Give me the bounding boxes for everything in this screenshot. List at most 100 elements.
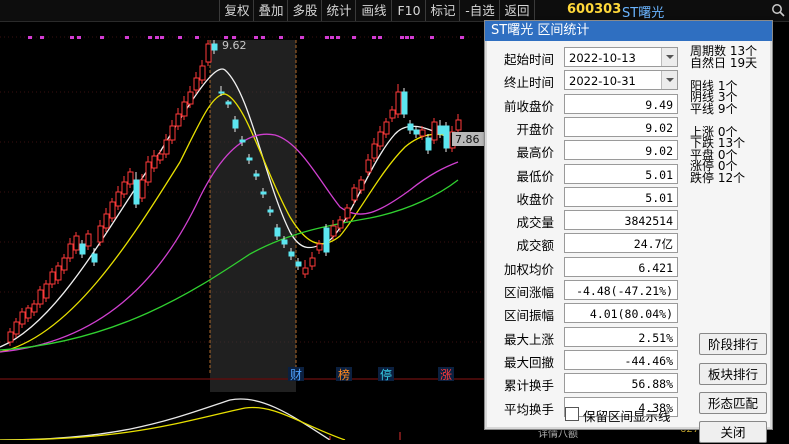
search-icon[interactable] xyxy=(771,3,785,17)
sector-rank-button[interactable]: 板块排行 xyxy=(699,363,767,385)
signal-dot xyxy=(155,36,159,39)
chevron-down-icon[interactable] xyxy=(661,48,677,66)
candle-body xyxy=(295,261,302,267)
signal-dot xyxy=(279,36,283,39)
candle-body xyxy=(109,201,116,219)
sub-indicator-white-line xyxy=(0,398,331,440)
signal-dot xyxy=(160,36,164,39)
field-value: 5.01 xyxy=(564,186,678,207)
date-select[interactable]: 2022-10-31 xyxy=(564,70,678,91)
restore-rights-button[interactable]: 复权 xyxy=(219,0,254,21)
stock-name: ST曙光 xyxy=(622,6,665,21)
mark-button[interactable]: 标记 xyxy=(425,0,460,21)
signal-dot xyxy=(195,36,199,39)
field-value: 5.01 xyxy=(564,163,678,184)
field-label: 成交额 xyxy=(516,238,554,254)
multi-stock-button[interactable]: 多股 xyxy=(287,0,322,21)
right-price-label: 7.86 xyxy=(455,133,480,146)
signal-dot xyxy=(378,36,382,39)
event-marker[interactable]: 榜 xyxy=(338,367,350,382)
field-value-text: 2022-10-31 xyxy=(569,74,636,89)
event-marker[interactable]: 涨 xyxy=(440,367,452,382)
field-label: 区间振幅 xyxy=(503,308,554,324)
candle-body xyxy=(281,239,288,245)
field-label: 区间涨幅 xyxy=(503,285,554,300)
signal-dot xyxy=(28,36,32,39)
date-select[interactable]: 2022-10-13 xyxy=(564,47,678,67)
field-value-text: 9.02 xyxy=(645,120,673,135)
candle-body xyxy=(437,125,444,135)
event-marker[interactable]: 停 xyxy=(380,367,392,382)
field-value-text: 24.7亿 xyxy=(633,237,673,252)
signal-dot xyxy=(77,36,81,39)
field-value-text: 4.01(80.04%) xyxy=(589,307,673,322)
draw-line-button[interactable]: 画线 xyxy=(355,0,392,21)
signal-dot xyxy=(460,36,464,39)
f10-button[interactable]: F10 xyxy=(391,0,426,21)
field-value-text: -44.46% xyxy=(624,353,673,368)
candle-body xyxy=(49,271,56,285)
signal-dot xyxy=(40,36,44,39)
field-value-text: -4.48(-47.21%) xyxy=(576,284,673,298)
candle-body xyxy=(85,233,92,247)
toolbar: 复权 叠加 多股 统计 画线 F10 标记 -自选 返回 600303 ST曙光 xyxy=(0,0,789,22)
stat-text: 自然日 19天 xyxy=(690,55,758,70)
field-label: 平均换手 xyxy=(503,401,554,417)
field-value-text: 9.49 xyxy=(645,97,673,112)
signal-dot xyxy=(148,36,152,39)
candle-body xyxy=(157,153,164,161)
signal-dot xyxy=(70,36,74,39)
field-label: 最高价 xyxy=(516,145,554,161)
field-value-text: 56.88% xyxy=(631,377,673,392)
field-value-text: 3842514 xyxy=(624,214,673,229)
chevron-down-icon[interactable] xyxy=(661,71,677,90)
candle-body xyxy=(187,91,194,105)
field-value-text: 5.01 xyxy=(645,167,673,182)
candle-body xyxy=(395,91,402,115)
field-value: 24.7亿 xyxy=(564,233,678,254)
candle-body xyxy=(344,207,351,219)
signal-dot xyxy=(300,36,304,39)
candle-body xyxy=(127,171,134,185)
candle-body xyxy=(145,161,152,183)
candle-body xyxy=(302,267,309,275)
candle-body xyxy=(431,121,438,141)
field-value: 4.01(80.04%) xyxy=(564,303,678,324)
pattern-match-button[interactable]: 形态匹配 xyxy=(699,392,767,414)
candle-body xyxy=(377,131,384,147)
candle-body xyxy=(225,101,232,105)
field-value-text: 2022-10-13 xyxy=(569,51,636,65)
field-value: 6.421 xyxy=(564,256,678,277)
watchlist-button[interactable]: -自选 xyxy=(459,0,500,21)
candle-body xyxy=(199,65,206,81)
candle-body xyxy=(175,113,182,127)
candle-body xyxy=(260,191,267,195)
range-statistics-dialog: ST曙光 区间统计 起始时间 2022-10-13 终止时间 2022-10-31 前收… xyxy=(484,20,773,443)
dialog-title: ST曙光 区间统计 xyxy=(485,21,772,41)
stage-rank-button[interactable]: 阶段排行 xyxy=(699,333,767,355)
back-button[interactable]: 返回 xyxy=(499,0,535,21)
stat-text: 平线 9个 xyxy=(690,101,738,116)
stat-text: 跌停 12个 xyxy=(690,170,746,185)
field-value-text: 9.02 xyxy=(645,144,673,159)
candle-body xyxy=(43,283,50,299)
event-marker[interactable]: 财 xyxy=(290,368,302,382)
candle-body xyxy=(7,331,14,343)
signal-dot xyxy=(405,36,409,39)
signal-dot xyxy=(254,36,258,39)
stock-code: 600303 xyxy=(567,2,622,17)
field-label: 加权均价 xyxy=(503,261,554,277)
candle-body xyxy=(316,243,323,251)
candle-body xyxy=(455,119,462,131)
field-value: 9.02 xyxy=(564,116,678,137)
statistics-button[interactable]: 统计 xyxy=(321,0,356,21)
candle-body xyxy=(205,43,212,63)
field-label: 最大上涨 xyxy=(503,331,554,347)
signal-dot xyxy=(325,36,329,39)
overlay-button[interactable]: 叠加 xyxy=(253,0,288,21)
field-label: 成交量 xyxy=(516,215,554,231)
keep-range-line-checkbox[interactable] xyxy=(565,407,579,421)
field-value-text: 2.51% xyxy=(638,330,673,345)
field-label: 最大回撤 xyxy=(503,354,554,370)
candle-body xyxy=(274,227,281,237)
